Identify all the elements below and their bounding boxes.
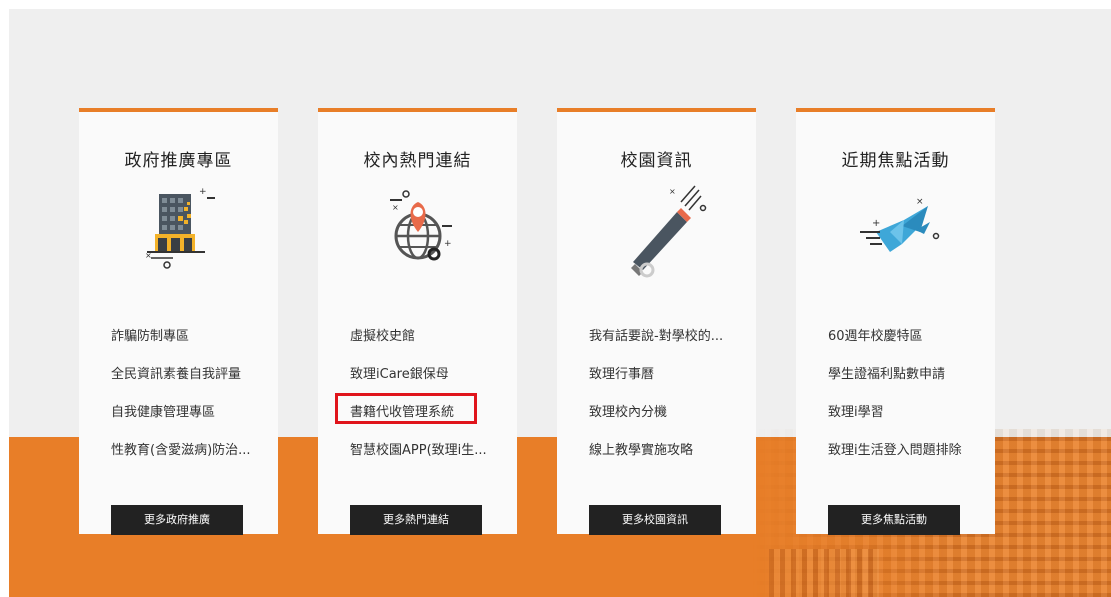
highlight-box [335, 393, 477, 424]
svg-text:×: × [392, 203, 399, 212]
svg-text:×: × [916, 197, 924, 207]
link-item[interactable]: 全民資訊素養自我評量 [111, 366, 268, 404]
campus-building-decoration-small [769, 549, 879, 597]
megaphone-icon: × [607, 182, 707, 282]
card-title: 校內熱門連結 [363, 151, 472, 171]
link-item[interactable]: 性教育(含愛滋病)防治... [111, 442, 268, 480]
bird-icon: + × [846, 182, 946, 282]
globe-location-pin-icon: × + [368, 182, 468, 282]
link-item[interactable]: 自我健康管理專區 [111, 404, 268, 442]
card-campus-info: 校園資訊 × 我有話要說-對學校的... 致理行事曆 致理校內分機 線上教學實施… [557, 108, 756, 535]
page-frame: 政府推廣專區 × + 詐騙防制專區 全民資訊素養自我評量 自我健康管理專區 性教… [9, 9, 1111, 597]
card-featured-events: 近期焦點活動 + × 60週年校慶特區 學生證福利點數申請 致理i學習 致理i生… [796, 108, 995, 535]
svg-text:+: + [199, 187, 207, 197]
office-building-icon: × + [129, 182, 229, 282]
card-popular-links: 校內熱門連結 × + 虛擬校史館 致理iCare銀保母 書籍代收管理系統 智慧校… [318, 108, 517, 535]
card-links-list: 我有話要說-對學校的... 致理行事曆 致理校內分機 線上教學實施攻略 [589, 328, 746, 480]
card-title: 近期焦點活動 [841, 151, 950, 171]
card-title: 校園資訊 [620, 151, 693, 171]
svg-text:×: × [145, 251, 152, 260]
more-government-button[interactable]: 更多政府推廣 [111, 505, 243, 535]
link-item[interactable]: 虛擬校史館 [350, 328, 507, 366]
link-item[interactable]: 線上教學實施攻略 [589, 442, 746, 480]
link-item[interactable]: 致理i學習 [828, 404, 985, 442]
link-item[interactable]: 60週年校慶特區 [828, 328, 985, 366]
link-item[interactable]: 致理行事曆 [589, 366, 746, 404]
link-item[interactable]: 致理校內分機 [589, 404, 746, 442]
more-featured-events-button[interactable]: 更多焦點活動 [828, 505, 960, 535]
link-item[interactable]: 智慧校園APP(致理i生... [350, 442, 507, 480]
more-campus-info-button[interactable]: 更多校園資訊 [589, 505, 721, 535]
link-item[interactable]: 學生證福利點數申請 [828, 366, 985, 404]
link-item[interactable]: 我有話要說-對學校的... [589, 328, 746, 366]
svg-text:+: + [444, 239, 452, 249]
card-title: 政府推廣專區 [124, 151, 233, 171]
card-links-list: 詐騙防制專區 全民資訊素養自我評量 自我健康管理專區 性教育(含愛滋病)防治..… [111, 328, 268, 480]
svg-text:+: + [872, 218, 880, 229]
card-government-promotion: 政府推廣專區 × + 詐騙防制專區 全民資訊素養自我評量 自我健康管理專區 性教… [79, 108, 278, 535]
svg-text:×: × [669, 187, 676, 196]
more-popular-links-button[interactable]: 更多熱門連結 [350, 505, 482, 535]
link-item[interactable]: 致理i生活登入問題排除 [828, 442, 985, 480]
card-links-list: 60週年校慶特區 學生證福利點數申請 致理i學習 致理i生活登入問題排除 [828, 328, 985, 480]
link-item[interactable]: 詐騙防制專區 [111, 328, 268, 366]
